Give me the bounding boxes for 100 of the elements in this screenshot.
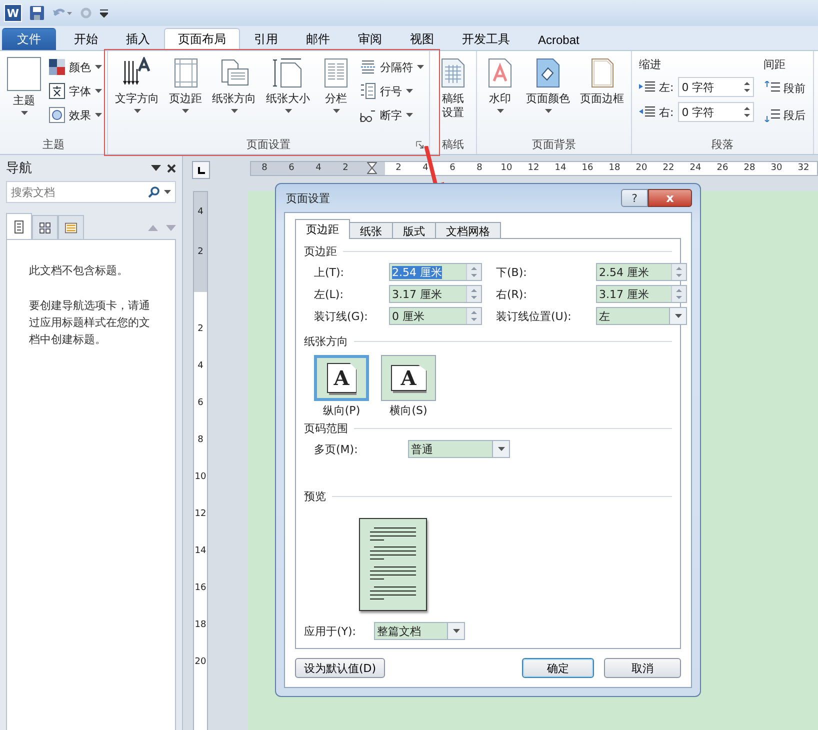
field-label: 应用于(Y): [304, 624, 358, 638]
ruler-number: 18 [194, 618, 207, 632]
spinner-field[interactable]: 3.17 厘米 [389, 285, 482, 303]
undo-icon[interactable] [52, 7, 72, 19]
ribbon-button[interactable]: 纸张方向 [208, 55, 260, 134]
ribbon-button[interactable]: 稿纸设置 [433, 55, 473, 134]
ruler-number: 24 [688, 162, 702, 175]
field-label: 右(R): [496, 286, 528, 302]
ribbon-button[interactable]: 纸张大小 [262, 55, 314, 134]
page-icon: A [326, 363, 356, 393]
default-button[interactable]: 设为默认值(D) [295, 658, 386, 678]
save-icon[interactable] [30, 6, 44, 20]
help-button[interactable]: ? [621, 189, 648, 207]
ribbon-button[interactable]: 主题 [3, 55, 45, 134]
section-title: 预览 [304, 488, 326, 504]
ribbon-button[interactable]: 文字方向 [111, 55, 163, 134]
ruler-number: 4 [422, 162, 430, 175]
indent-field[interactable]: 0 字符 [678, 102, 754, 122]
dialog-tab[interactable]: 版式 [392, 222, 436, 239]
tab-selector-icon[interactable] [192, 161, 210, 179]
ruler-number: 14 [554, 162, 568, 175]
caret-icon [544, 109, 552, 113]
ribbon-tab[interactable]: 引用 [240, 28, 292, 50]
ribbon-button[interactable]: 分栏 [316, 55, 356, 134]
dialog-tab[interactable]: 纸张 [349, 222, 393, 239]
indent-icon [639, 81, 655, 93]
columns-icon [324, 58, 348, 88]
dropdown-arrow-icon [164, 190, 171, 194]
ribbon-tab[interactable]: 视图 [396, 28, 448, 50]
group-title: 页面设置 [246, 136, 290, 152]
spacing-label: 段后 [784, 108, 806, 122]
pane-tab[interactable] [58, 215, 84, 239]
dialog-launcher-icon[interactable] [416, 141, 424, 149]
ribbon-tab[interactable]: 插入 [112, 28, 164, 50]
ruler-number: 32 [796, 162, 810, 175]
ribbon-tab[interactable]: 开始 [60, 28, 112, 50]
orientation-option[interactable]: A [381, 355, 436, 401]
ruler-number: 12 [194, 508, 207, 520]
ruler-number: 6 [196, 396, 204, 410]
spinner-field[interactable]: 3.17 厘米 [596, 285, 687, 303]
ribbon-button[interactable]: 字体 [47, 81, 104, 101]
ribbon-tab[interactable]: 邮件 [292, 28, 344, 50]
ribbon-button[interactable]: 颜色 [47, 57, 104, 77]
ribbon-tab[interactable]: 开发工具 [448, 28, 524, 50]
ruler-number: 20 [194, 656, 207, 668]
spinner-arrows-icon [471, 287, 477, 301]
dropdown-arrow-icon [452, 629, 460, 633]
close-icon[interactable] [167, 164, 176, 172]
paper-size-icon [272, 58, 302, 88]
dropdown-field[interactable]: 整篇文档 [374, 622, 465, 640]
spinner-field[interactable]: 0 厘米 [389, 307, 482, 325]
ribbon-button[interactable]: 页面边框 [576, 55, 628, 134]
spinner-field[interactable]: 2.54 厘米 [596, 263, 687, 281]
field-label: 上(T): [314, 264, 346, 280]
dropdown-field[interactable]: 左 [596, 307, 687, 325]
spinner-field[interactable]: 2.54 厘米 [389, 263, 482, 281]
ribbon-button[interactable]: 分隔符 [358, 57, 426, 77]
indent-field[interactable]: 0 字符 [678, 77, 754, 97]
section-title: 页边距 [304, 244, 337, 258]
caret-icon [95, 113, 102, 117]
ribbon-button[interactable]: 效果 [47, 105, 104, 125]
ribbon-button[interactable]: 断字 [358, 105, 426, 125]
spinner-arrows-icon[interactable] [744, 81, 750, 93]
font-icon [49, 83, 65, 99]
ribbon-button[interactable]: 页面颜色 [522, 55, 574, 134]
color-palette-icon [49, 59, 65, 75]
spinner-arrows-icon[interactable] [744, 106, 750, 118]
dropdown-field[interactable]: 普通 [408, 440, 510, 458]
dialog-tab[interactable]: 文档网格 [435, 222, 501, 239]
headings-icon [14, 220, 24, 234]
ribbon-tab[interactable]: 页面布局 [164, 28, 240, 50]
pane-menu-icon[interactable] [151, 165, 161, 171]
ok-button[interactable]: 确定 [522, 658, 594, 678]
ribbon-button[interactable]: 页边距 [165, 55, 206, 134]
dialog-tab[interactable]: 页边距 [295, 219, 350, 239]
pane-tab[interactable] [32, 215, 58, 239]
ribbon-button[interactable]: 行号 [358, 81, 426, 101]
ribbon-tab[interactable]: Acrobat [524, 28, 594, 50]
ribbon-button[interactable]: 水印 [480, 55, 520, 134]
text-direction-icon [123, 57, 150, 85]
cancel-button[interactable]: 取消 [604, 658, 681, 678]
close-button[interactable]: x [648, 189, 692, 207]
ribbon-tab[interactable]: 文件 [2, 28, 56, 50]
field-label: 多页(M): [314, 442, 359, 456]
app-icon[interactable]: W [4, 4, 22, 22]
pane-tab[interactable] [6, 213, 32, 239]
group-title: 主题 [42, 136, 64, 152]
customize-icon[interactable] [100, 8, 108, 18]
ruler-number: 22 [662, 162, 676, 175]
orientation-option[interactable]: A [314, 355, 369, 401]
ruler-number: 16 [194, 582, 207, 594]
indent-marker-icon[interactable] [367, 162, 377, 175]
ruler-number: 20 [634, 162, 648, 175]
pane-message: 要创建导航选项卡，请通过应用标题样式在您的文档中创建标题。 [29, 298, 151, 348]
caret-icon [417, 65, 424, 69]
ruler-number: 16 [580, 162, 594, 175]
search-icon[interactable] [148, 186, 160, 198]
search-field[interactable]: 搜索文档 [6, 181, 176, 203]
ribbon-tab[interactable]: 审阅 [344, 28, 396, 50]
ruler-number: 14 [194, 544, 207, 558]
